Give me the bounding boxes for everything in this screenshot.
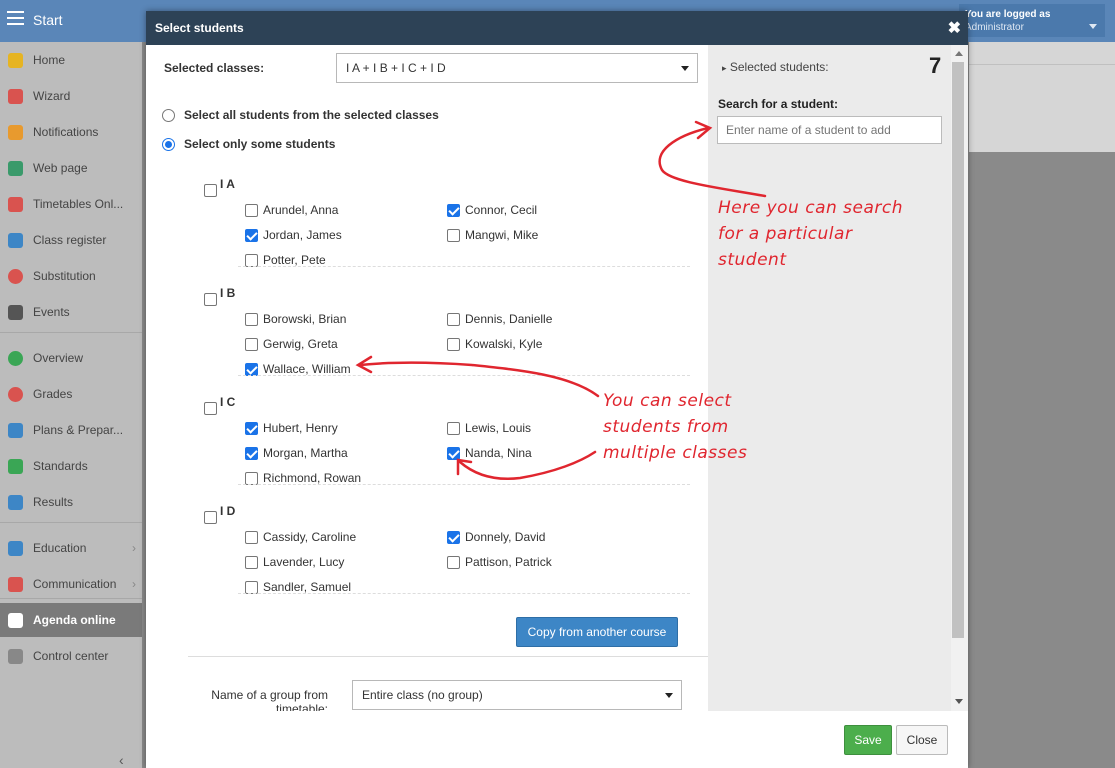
search-annotation-line: for a particular	[718, 224, 853, 244]
multi-annotation-line: multiple classes	[603, 443, 748, 463]
search-annotation-line: student	[718, 250, 787, 270]
search-arrow	[658, 126, 767, 198]
search-annotation-line: Here you can search	[718, 198, 904, 218]
search-annotation: Here you can search for a particular stu…	[718, 195, 903, 273]
multi-annotation-line: You can select	[603, 391, 732, 411]
nanda-arrow	[458, 450, 597, 480]
annotation-arrows	[355, 120, 767, 480]
multi-annotation-line: students from	[603, 417, 729, 437]
multi-class-annotation: You can select students from multiple cl…	[603, 388, 747, 466]
wallace-arrow	[358, 361, 600, 398]
